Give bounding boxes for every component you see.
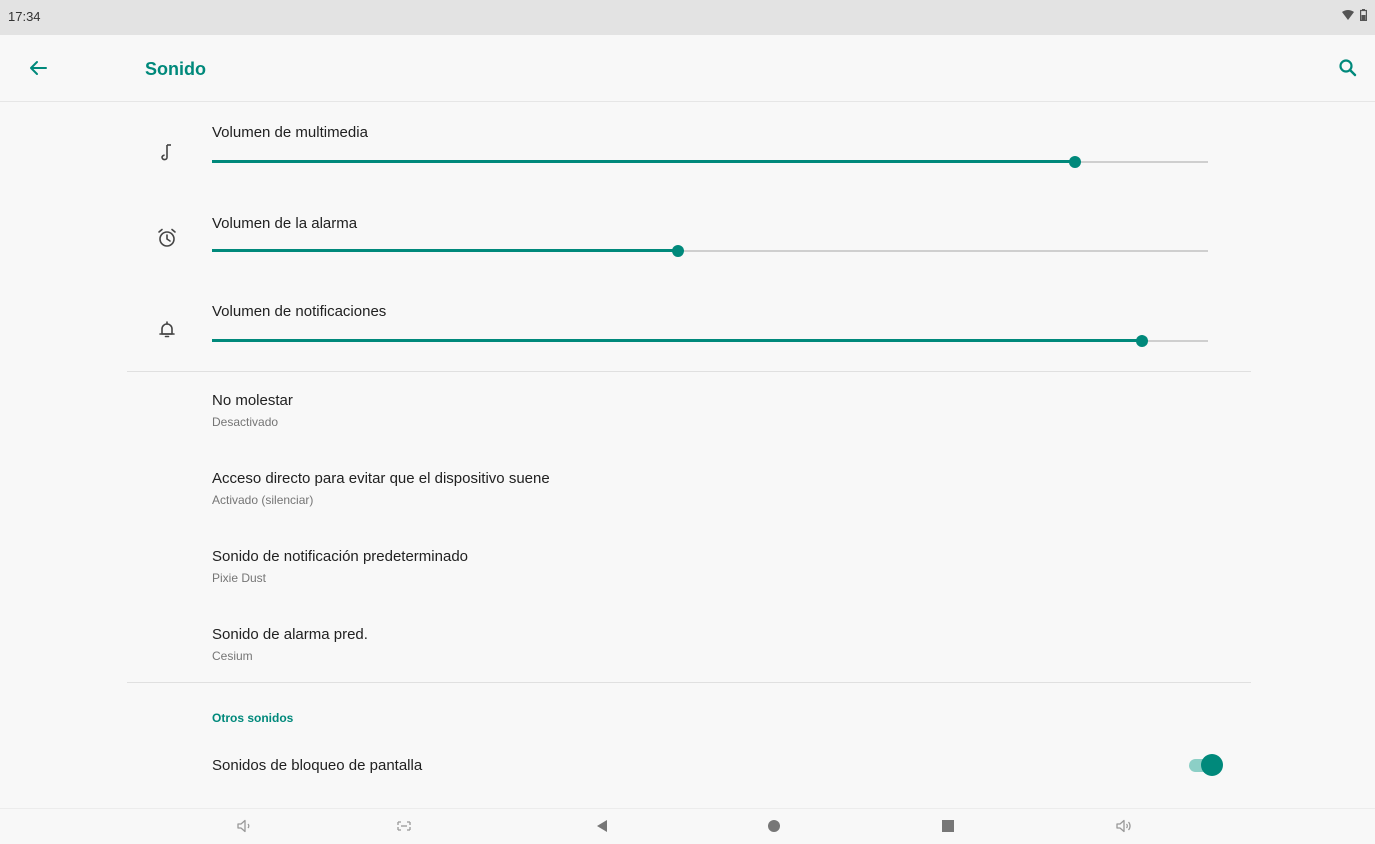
notification-volume-label: Volumen de notificaciones: [212, 303, 387, 320]
divider: [127, 682, 1251, 683]
pref-summary: Desactivado: [212, 415, 279, 429]
volume-up-button[interactable]: [1112, 816, 1136, 836]
status-bar: 17:34: [0, 0, 1375, 35]
back-nav-button[interactable]: [590, 816, 614, 836]
slider-fill: [212, 249, 679, 252]
media-volume-slider[interactable]: [212, 155, 1208, 169]
screenshot-icon: [397, 821, 411, 831]
volume-down-button[interactable]: [233, 816, 257, 836]
pref-title: No molestar: [212, 392, 293, 409]
music-note-icon: [161, 144, 171, 161]
app-bar: Sonido: [0, 35, 1375, 102]
home-icon: [768, 820, 780, 832]
do-not-disturb-item[interactable]: No molestar Desactivado: [0, 380, 1375, 450]
notification-volume-slider[interactable]: [212, 334, 1208, 348]
page-title: Sonido: [145, 59, 206, 79]
back-icon: [597, 820, 607, 832]
pref-summary: Activado (silenciar): [212, 493, 314, 507]
media-volume-label: Volumen de multimedia: [212, 124, 368, 141]
alarm-clock-icon: [158, 228, 176, 247]
alarm-volume-label: Volumen de la alarma: [212, 215, 358, 232]
pref-title: Acceso directo para evitar que el dispos…: [212, 470, 550, 487]
slider-fill: [212, 339, 1143, 342]
recents-icon: [942, 820, 954, 832]
pref-summary: Pixie Dust: [212, 571, 267, 585]
arrow-back-icon: [30, 61, 47, 75]
media-volume-row: Volumen de multimedia: [0, 110, 1375, 200]
screenshot-button[interactable]: [392, 816, 416, 836]
pref-title: Sonidos de bloqueo de pantalla: [212, 757, 423, 774]
screen-lock-sounds-switch[interactable]: [1189, 754, 1223, 776]
back-button[interactable]: [27, 57, 49, 79]
divider: [127, 371, 1251, 372]
volume-down-icon: [237, 819, 250, 833]
search-button[interactable]: [1337, 57, 1359, 79]
switch-thumb: [1201, 754, 1223, 776]
pref-summary: Cesium: [212, 649, 253, 663]
slider-thumb[interactable]: [1068, 156, 1081, 168]
default-alarm-sound-item[interactable]: Sonido de alarma pred. Cesium: [0, 614, 1375, 684]
slider-thumb[interactable]: [672, 245, 685, 257]
navigation-bar: [0, 808, 1375, 844]
default-notification-sound-item[interactable]: Sonido de notificación predeterminado Pi…: [0, 536, 1375, 606]
home-button[interactable]: [762, 816, 786, 836]
wifi-icon: [1342, 10, 1354, 20]
alarm-volume-row: Volumen de la alarma: [0, 199, 1375, 289]
bell-icon: [159, 321, 175, 338]
screen-lock-sounds-item[interactable]: Sonidos de bloqueo de pantalla: [0, 742, 1375, 788]
pref-title: Sonido de alarma pred.: [212, 626, 368, 643]
status-icons: [1342, 9, 1367, 21]
slider-thumb[interactable]: [1136, 335, 1149, 347]
pref-title: Sonido de notificación predeterminado: [212, 548, 469, 565]
search-icon: [1339, 59, 1357, 77]
volume-up-icon: [1116, 819, 1131, 833]
prevent-ringing-shortcut-item[interactable]: Acceso directo para evitar que el dispos…: [0, 458, 1375, 528]
battery-icon: [1360, 9, 1367, 21]
status-time: 17:34: [8, 9, 41, 24]
alarm-volume-slider[interactable]: [212, 244, 1208, 258]
slider-fill: [212, 160, 1075, 163]
recents-button[interactable]: [936, 816, 960, 836]
notification-volume-row: Volumen de notificaciones: [0, 289, 1375, 379]
section-header-other-sounds: Otros sonidos: [212, 711, 294, 725]
